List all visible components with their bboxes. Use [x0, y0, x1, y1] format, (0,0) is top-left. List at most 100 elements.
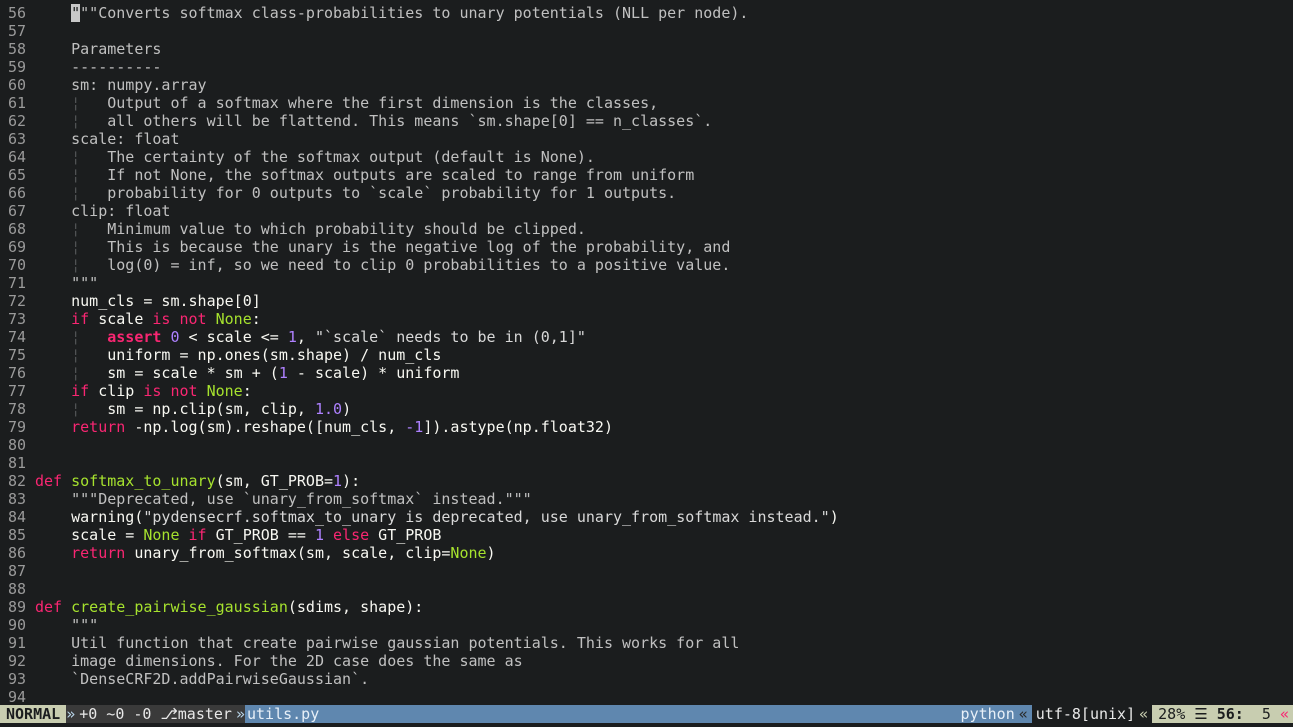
- code-token: - scale) * uniform: [287, 364, 460, 382]
- code-line[interactable]: 64 ¦ The certainty of the softmax output…: [0, 148, 1293, 166]
- indent-guide-icon: ¦: [71, 220, 81, 238]
- file-name[interactable]: utils.py: [245, 705, 961, 723]
- code-line[interactable]: 70 ¦ log(0) = inf, so we need to clip 0 …: [0, 256, 1293, 274]
- cursor-line: 56:: [1216, 705, 1244, 723]
- code-token: This is because the unary is the negativ…: [80, 238, 731, 256]
- code-line[interactable]: 82 def softmax_to_unary(sm, GT_PROB=1):: [0, 472, 1293, 490]
- code-token: all others will be flattend. This means …: [80, 112, 713, 130]
- line-number: 78: [7, 400, 26, 418]
- line-code: ¦ sm = scale * sm + (1 - scale) * unifor…: [35, 364, 459, 382]
- code-line[interactable]: 91 Util function that create pairwise ga…: [0, 634, 1293, 652]
- code-line[interactable]: 94: [0, 688, 1293, 704]
- line-number: 76: [7, 364, 26, 382]
- code-token: ): [486, 544, 496, 562]
- code-line[interactable]: 60 sm: numpy.array: [0, 76, 1293, 94]
- code-token: None: [206, 382, 243, 400]
- code-token: if: [188, 526, 207, 544]
- code-line[interactable]: 74 ¦ assert 0 < scale <= 1, "`scale` nee…: [0, 328, 1293, 346]
- code-token: < scale <=: [179, 328, 288, 346]
- line-code: ¦ probability for 0 outputs to `scale` p…: [35, 184, 676, 202]
- indent-guide-icon: ¦: [71, 148, 81, 166]
- code-line[interactable]: 65 ¦ If not None, the softmax outputs ar…: [0, 166, 1293, 184]
- code-line[interactable]: 92 image dimensions. For the 2D case doe…: [0, 652, 1293, 670]
- line-number: 84: [7, 508, 26, 526]
- line-number: 88: [7, 580, 26, 598]
- code-editor[interactable]: 56 """Converts softmax class-probabiliti…: [0, 4, 1293, 704]
- indent-guide-icon: ¦: [71, 328, 81, 346]
- code-line[interactable]: 62 ¦ all others will be flattend. This m…: [0, 112, 1293, 130]
- indent-guide-icon: ¦: [71, 256, 81, 274]
- line-code: scale: float: [35, 130, 179, 148]
- code-token: num_cls = sm.shape[0]: [35, 292, 261, 310]
- code-token: def: [35, 472, 63, 490]
- code-token: sm: numpy.array: [35, 76, 207, 94]
- code-line[interactable]: 58 Parameters: [0, 40, 1293, 58]
- code-line[interactable]: 66 ¦ probability for 0 outputs to `scale…: [0, 184, 1293, 202]
- code-line[interactable]: 72 num_cls = sm.shape[0]: [0, 292, 1293, 310]
- line-number: 94: [7, 688, 26, 704]
- code-token: The certainty of the softmax output (def…: [80, 148, 595, 166]
- code-line[interactable]: 86 return unary_from_softmax(sm, scale, …: [0, 544, 1293, 562]
- code-line[interactable]: 83 """Deprecated, use `unary_from_softma…: [0, 490, 1293, 508]
- code-token: """Deprecated, use `unary_from_softmax` …: [35, 490, 532, 508]
- filetype-separator: «: [1018, 705, 1032, 723]
- code-line[interactable]: 63 scale: float: [0, 130, 1293, 148]
- code-token: sm = np.clip(sm, clip,: [80, 400, 315, 418]
- code-line[interactable]: 90 """: [0, 616, 1293, 634]
- code-line[interactable]: 77 if clip is not None:: [0, 382, 1293, 400]
- code-line[interactable]: 56 """Converts softmax class-probabiliti…: [0, 4, 1293, 22]
- code-token: (sm, GT_PROB=: [215, 472, 334, 490]
- code-token: "`scale` needs to be in (0,1]": [314, 328, 586, 346]
- code-line[interactable]: 81: [0, 454, 1293, 472]
- code-line[interactable]: 67 clip: float: [0, 202, 1293, 220]
- code-line[interactable]: 80: [0, 436, 1293, 454]
- line-code: image dimensions. For the 2D case does t…: [35, 652, 523, 670]
- code-line[interactable]: 79 return -np.log(sm).reshape([num_cls, …: [0, 418, 1293, 436]
- code-token: clip: float: [35, 202, 171, 220]
- code-line[interactable]: 73 if scale is not None:: [0, 310, 1293, 328]
- code-line[interactable]: 76 ¦ sm = scale * sm + (1 - scale) * uni…: [0, 364, 1293, 382]
- line-number: 73: [7, 310, 26, 328]
- line-code: ¦ The certainty of the softmax output (d…: [35, 148, 595, 166]
- line-code: if scale is not None:: [35, 310, 261, 328]
- code-line[interactable]: 57: [0, 22, 1293, 40]
- code-line[interactable]: 88: [0, 580, 1293, 598]
- line-code: Util function that create pairwise gauss…: [35, 634, 739, 652]
- code-line[interactable]: 89 def create_pairwise_gaussian(sdims, sh…: [0, 598, 1293, 616]
- code-line[interactable]: 69 ¦ This is because the unary is the ne…: [0, 238, 1293, 256]
- code-line[interactable]: 75 ¦ uniform = np.ones(sm.shape) / num_c…: [0, 346, 1293, 364]
- code-line[interactable]: 93 `DenseCRF2D.addPairwiseGaussian`.: [0, 670, 1293, 688]
- indent-guide-icon: ¦: [71, 346, 81, 364]
- code-token: """: [35, 274, 99, 292]
- code-token: """: [35, 616, 99, 634]
- code-line[interactable]: 87: [0, 562, 1293, 580]
- line-number: 65: [7, 166, 26, 184]
- line-number: 70: [7, 256, 26, 274]
- code-line[interactable]: 59 ----------: [0, 58, 1293, 76]
- line-code: ¦ Minimum value to which probability sho…: [35, 220, 586, 238]
- code-line[interactable]: 61 ¦ Output of a softmax where the first…: [0, 94, 1293, 112]
- code-line[interactable]: 71 """: [0, 274, 1293, 292]
- code-token: assert: [107, 328, 162, 346]
- line-code: """: [35, 274, 98, 292]
- line-number: 68: [7, 220, 26, 238]
- line-code: if clip is not None:: [35, 382, 252, 400]
- code-line[interactable]: 84 warning("pydensecrf.softmax_to_unary …: [0, 508, 1293, 526]
- code-token: 1.0: [314, 400, 343, 418]
- line-code: Parameters: [35, 40, 161, 58]
- code-line[interactable]: 78 ¦ sm = np.clip(sm, clip, 1.0): [0, 400, 1293, 418]
- cursor-position: 28% ☰ 56: 5 «: [1152, 705, 1293, 723]
- code-token: `DenseCRF2D.addPairwiseGaussian`.: [35, 670, 370, 688]
- code-line[interactable]: 85 scale = None if GT_PROB == 1 else GT_…: [0, 526, 1293, 544]
- code-line[interactable]: 68 ¦ Minimum value to which probability …: [0, 220, 1293, 238]
- git-separator: »: [235, 705, 245, 723]
- line-number: 86: [7, 544, 26, 562]
